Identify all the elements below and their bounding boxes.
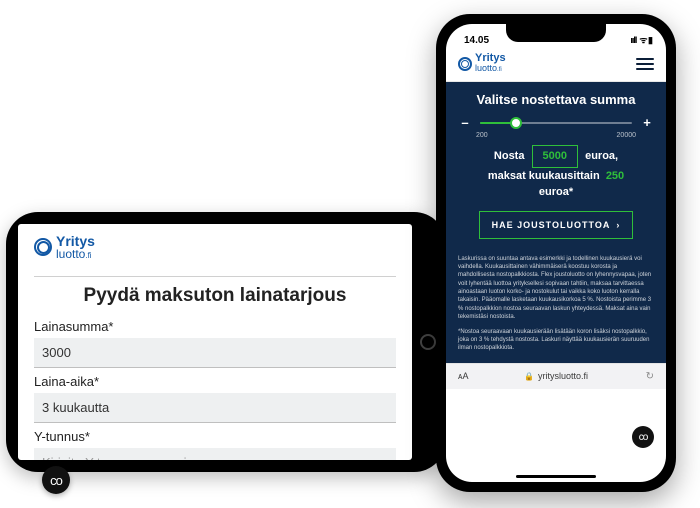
logo-text: Yritys luotto.fi — [56, 234, 95, 260]
slider-thumb[interactable] — [510, 117, 522, 129]
summary-word-nosta: Nosta — [494, 150, 525, 162]
app-header: Yritys luotto.fi — [446, 46, 666, 82]
lock-icon: 🔒 — [524, 372, 534, 381]
monthly-amount: 250 — [606, 170, 624, 182]
summary-line3: euroa* — [539, 186, 573, 198]
slider-range-labels: 200 20000 — [458, 132, 654, 145]
slider-track[interactable] — [480, 122, 632, 124]
logo-suffix: .fi — [85, 251, 91, 260]
logo-line2: luotto — [56, 247, 85, 261]
tablet-device: Yritys luotto.fi Pyydä maksuton lainatar… — [6, 212, 446, 472]
disclaimer-p2: *Nostoa seuraavaan kuukausierään lisätää… — [458, 328, 654, 353]
status-time: 14.05 — [464, 35, 489, 46]
cta-label: HAE JOUSTOLUOTTOA — [492, 220, 611, 230]
hero-panel: Valitse nostettava summa – + 200 20000 N… — [446, 82, 666, 247]
url-text: yritysluotto.fi — [538, 371, 588, 381]
amount-label: Lainasumma* — [34, 319, 396, 334]
vat-input[interactable]: Kirjoita Y-tunnus numeroina — [34, 448, 396, 460]
chevron-right-icon: › — [616, 220, 620, 230]
divider — [34, 276, 396, 277]
text-size-icon[interactable]: ᴀA — [458, 371, 468, 381]
home-button-icon[interactable] — [420, 334, 436, 350]
hero-title: Valitse nostettava summa — [458, 92, 654, 107]
amount-box[interactable]: 5000 — [532, 145, 578, 168]
browser-url-bar[interactable]: ᴀA 🔒 yritysluotto.fi ↻ — [446, 363, 666, 389]
brand-logo[interactable]: Yritys luotto.fi — [458, 53, 506, 73]
logo-suffix: .fi — [497, 67, 502, 73]
phone-screen: 14.05 ııll ᯤ ▮ Yritys luotto.fi Valitse … — [446, 24, 666, 482]
brand-logo[interactable]: Yritys luotto.fi — [34, 234, 396, 260]
form-heading: Pyydä maksuton lainatarjous — [34, 285, 396, 307]
disclaimer: Laskurissa on suuntaa antava esimerkki j… — [446, 247, 666, 363]
logo-line2: luotto — [475, 63, 497, 73]
home-indicator[interactable] — [516, 475, 596, 478]
reload-icon[interactable]: ↻ — [646, 371, 654, 382]
logo-mark-icon — [34, 238, 52, 256]
accessibility-widget-icon[interactable]: c‍o — [632, 426, 654, 448]
slider-min: 200 — [476, 132, 488, 139]
vat-label: Y-tunnus* — [34, 429, 396, 444]
disclaimer-p1: Laskurissa on suuntaa antava esimerkki j… — [458, 255, 654, 322]
term-select[interactable]: 3 kuukautta — [34, 393, 396, 423]
tablet-screen: Yritys luotto.fi Pyydä maksuton lainatar… — [18, 224, 412, 460]
apply-button[interactable]: HAE JOUSTOLUOTTOA › — [479, 211, 634, 239]
amount-slider[interactable]: – + — [458, 115, 654, 130]
summary-line2: maksat kuukausittain — [488, 170, 600, 182]
logo-mark-icon — [458, 57, 472, 71]
logo-text: Yritys luotto.fi — [475, 53, 506, 73]
summary-text: Nosta 5000 euroa, maksat kuukausittain 2… — [458, 145, 654, 201]
menu-icon[interactable] — [636, 58, 654, 70]
amount-input[interactable]: 3000 — [34, 338, 396, 368]
summary-word-euroa: euroa, — [585, 150, 618, 162]
accessibility-widget-icon[interactable]: c‍o — [42, 466, 70, 494]
slider-plus-button[interactable]: + — [640, 115, 654, 130]
notch — [506, 24, 606, 42]
term-label: Laina-aika* — [34, 374, 396, 389]
slider-minus-button[interactable]: – — [458, 115, 472, 130]
status-indicators-icon: ııll ᯤ ▮ — [630, 33, 652, 46]
slider-max: 20000 — [617, 132, 636, 139]
phone-device: 14.05 ııll ᯤ ▮ Yritys luotto.fi Valitse … — [436, 14, 676, 492]
